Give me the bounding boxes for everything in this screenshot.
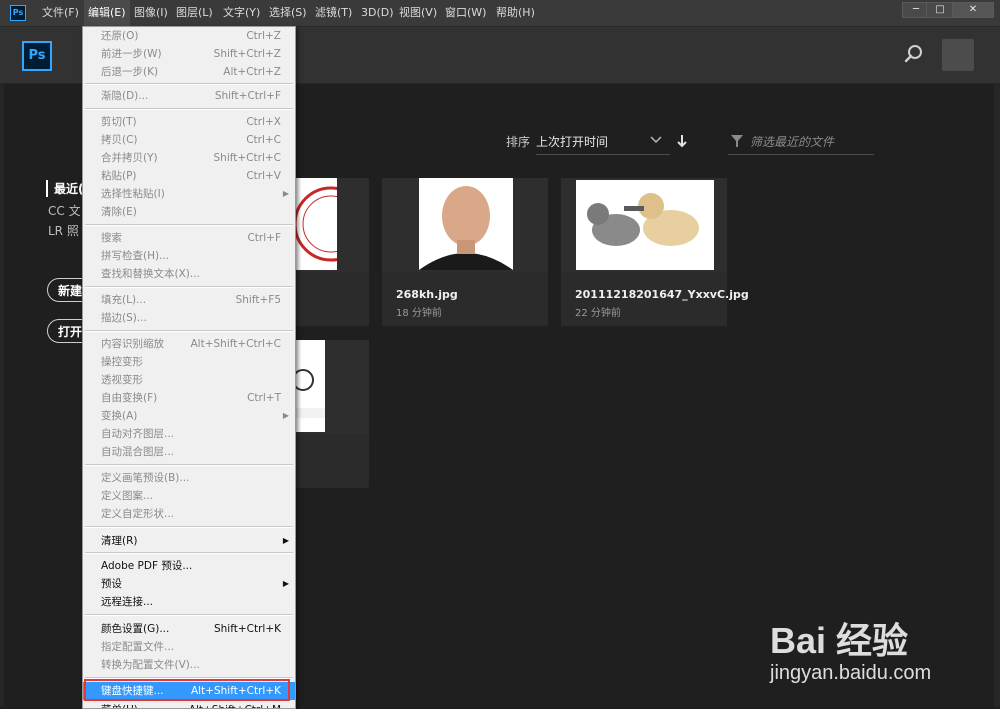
menu-filter[interactable]: 滤镜(T) (311, 0, 356, 26)
menu-item-paste-special[interactable]: 选择性粘贴(I) ▶ (83, 185, 295, 203)
menu-separator (85, 224, 293, 226)
filter-input[interactable]: 筛选最近的文件 (750, 133, 874, 150)
nav-lr-photos[interactable]: LR 照 (48, 222, 79, 239)
menu-item-step-backward[interactable]: 后退一步(K) Alt+Ctrl+Z (83, 63, 295, 81)
menu-item-fade[interactable]: 渐隐(D)... Shift+Ctrl+F (83, 87, 295, 105)
menu-help[interactable]: 帮助(H) (492, 0, 539, 26)
menu-file[interactable]: 文件(F) (38, 0, 83, 26)
menu-type[interactable]: 文字(Y) (219, 0, 264, 26)
menu-separator (85, 286, 293, 288)
menu-item-define-brush[interactable]: 定义画笔预设(B)... (83, 469, 295, 487)
menu-separator (85, 83, 293, 85)
menu-item-presets[interactable]: 预设 ▶ (83, 575, 295, 593)
menu-item-menus[interactable]: 菜单(U)...Alt+Shift+Ctrl+M (83, 701, 295, 708)
menu-item-free-transform[interactable]: 自由变换(F) Ctrl+T (83, 389, 295, 407)
sort-label: 排序 (506, 135, 531, 149)
menu-item-assign-profile[interactable]: 指定配置文件... (83, 638, 295, 656)
menu-edit[interactable]: 编辑(E) (84, 0, 130, 26)
menu-item-auto-align-layers[interactable]: 自动对齐图层... (83, 425, 295, 443)
file-card[interactable] (287, 178, 369, 326)
filter-underline (728, 154, 874, 155)
menu-item-cut[interactable]: 剪切(T) Ctrl+X (83, 113, 295, 131)
baidu-watermark: Bai 经验 jingyan.baidu.com (770, 600, 990, 690)
file-time: 18 分钟前 (396, 308, 442, 319)
stamp-thumbnail (295, 178, 337, 270)
submenu-arrow-icon: ▶ (282, 536, 289, 545)
menu-layer[interactable]: 图层(L) (172, 0, 217, 26)
photoshop-window: Ps 文件(F) 编辑(E) 图像(I) 图层(L) 文字(Y) 选择(S) 滤… (0, 0, 1000, 709)
portrait-thumbnail (419, 178, 513, 270)
submenu-arrow-icon: ▶ (282, 411, 289, 420)
menu-item-fill[interactable]: 填充(L)... Shift+F5 (83, 291, 295, 309)
menu-item-transform[interactable]: 变换(A) ▶ (83, 407, 295, 425)
menu-item-find-replace[interactable]: 查找和替换文本(X)... (83, 265, 295, 283)
menu-item-perspective-warp[interactable]: 透视变形 (83, 371, 295, 389)
file-thumbnail (287, 178, 369, 272)
menu-item-clear[interactable]: 清除(E) (83, 203, 295, 221)
avatar[interactable] (942, 39, 974, 71)
app-icon: Ps (10, 5, 26, 21)
photoshop-logo: Ps (22, 41, 52, 71)
annotation-highlight-box (84, 679, 290, 701)
nav-cc-files[interactable]: CC 文 (48, 202, 81, 219)
menu-item-define-pattern[interactable]: 定义图案... (83, 487, 295, 505)
menu-item-color-settings[interactable]: 颜色设置(G)... Shift+Ctrl+K (83, 620, 295, 638)
menu-item-step-forward[interactable]: 前进一步(W) Shift+Ctrl+Z (83, 45, 295, 63)
menu-item-content-aware-scale[interactable]: 内容识别缩放 Alt+Shift+Ctrl+C (83, 335, 295, 353)
file-card[interactable]: 268kh.jpg 18 分钟前 (382, 178, 548, 326)
file-thumbnail (382, 178, 548, 272)
menu-item-auto-blend-layers[interactable]: 自动混合图层... (83, 443, 295, 461)
watermark-logo: Bai 经验 (770, 620, 909, 661)
menu-item-puppet-warp[interactable]: 操控变形 (83, 353, 295, 371)
menu-select[interactable]: 选择(S) (265, 0, 311, 26)
chevron-down-icon[interactable] (650, 136, 662, 144)
nav-recent[interactable]: 最近( (46, 180, 84, 197)
menu-item-purge[interactable]: 清理(R) ▶ (83, 532, 295, 550)
close-button[interactable]: ✕ (952, 2, 994, 18)
menu-item-convert-profile[interactable]: 转换为配置文件(V)... (83, 656, 295, 674)
watermark-url: jingyan.baidu.com (770, 662, 932, 684)
menu-separator (85, 330, 293, 332)
menu-item-paste[interactable]: 粘贴(P) Ctrl+V (83, 167, 295, 185)
menu-item-copy[interactable]: 拷贝(C) Ctrl+C (83, 131, 295, 149)
cat-dog-thumbnail (576, 180, 714, 270)
menu-separator (85, 614, 293, 616)
search-icon[interactable] (903, 43, 925, 65)
menu-view[interactable]: 视图(V) (395, 0, 441, 26)
file-name: 20111218201647_YxxvC.jpg (575, 288, 749, 301)
menu-separator (85, 464, 293, 466)
sort-direction-icon[interactable] (676, 134, 688, 148)
file-thumbnail (561, 178, 727, 272)
menu-bar: Ps 文件(F) 编辑(E) 图像(I) 图层(L) 文字(Y) 选择(S) 滤… (0, 0, 1000, 27)
filter-icon (731, 135, 743, 147)
sort-dropdown[interactable]: 上次打开时间 (536, 133, 608, 150)
menu-item-search[interactable]: 搜索 Ctrl+F (83, 229, 295, 247)
menu-item-spell-check[interactable]: 拼写检查(H)... (83, 247, 295, 265)
menu-item-stroke[interactable]: 描边(S)... (83, 309, 295, 327)
file-time: 22 分钟前 (575, 308, 621, 319)
file-thumbnail (287, 340, 369, 434)
menu-item-remote-connections[interactable]: 远程连接... (83, 593, 295, 611)
file-name: 268kh.jpg (396, 288, 458, 301)
maximize-button[interactable]: □ (926, 2, 954, 18)
submenu-arrow-icon: ▶ (282, 579, 289, 588)
menu-item-pdf-presets[interactable]: Adobe PDF 预设... (83, 557, 295, 575)
file-card[interactable]: 20111218201647_YxxvC.jpg 22 分钟前 (561, 178, 749, 326)
menu-window[interactable]: 窗口(W) (441, 0, 490, 26)
menu-separator (85, 552, 293, 554)
menu-separator (85, 108, 293, 110)
file-card[interactable] (287, 340, 369, 488)
menu-3d[interactable]: 3D(D) (357, 0, 398, 26)
menu-item-define-shape[interactable]: 定义自定形状... (83, 505, 295, 523)
menu-image[interactable]: 图像(I) (130, 0, 172, 26)
submenu-arrow-icon: ▶ (282, 189, 289, 198)
menu-item-undo[interactable]: 还原(O) Ctrl+Z (83, 27, 295, 45)
menu-item-copy-merged[interactable]: 合并拷贝(Y) Shift+Ctrl+C (83, 149, 295, 167)
edit-menu: 还原(O) Ctrl+Z 前进一步(W) Shift+Ctrl+Z 后退一步(K) A… (82, 26, 296, 709)
cartoon-thumbnail (293, 340, 325, 432)
menu-separator (85, 526, 293, 528)
sort-underline (536, 154, 670, 155)
